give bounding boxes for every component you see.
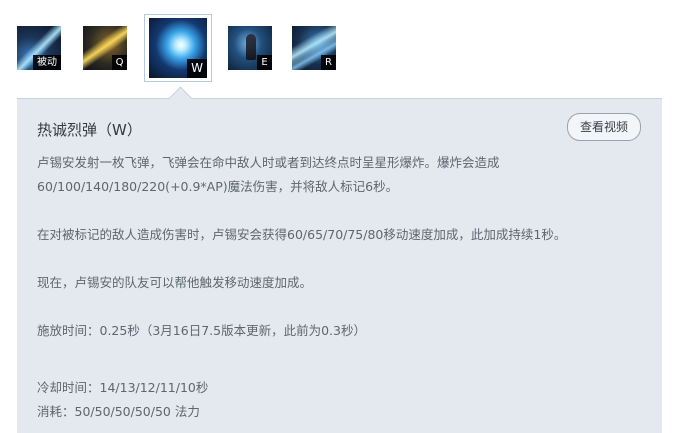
skill-tab-passive[interactable]: 被动 <box>17 26 61 70</box>
skill-tab-w[interactable]: W <box>149 18 207 78</box>
description-line: 在对被标记的敌人造成伤害时，卢锡安会获得60/65/70/75/80移动速度加成… <box>37 227 567 242</box>
cast-time: 施放时间：0.25秒（3月16日7.5版本更新，此前为0.3秒） <box>37 323 366 338</box>
skill-tab-w-selected-frame: W <box>144 14 212 82</box>
description-line: 现在，卢锡安的队友可以帮他触发移动速度加成。 <box>37 275 313 290</box>
view-video-button[interactable]: 查看视频 <box>566 113 641 141</box>
skill-viewer: 被动 Q W E R 热诚烈弹（W） 查看视频 卢锡安发射一枚飞弹，飞弹会在命中… <box>0 0 680 433</box>
skill-key-label: R <box>321 55 336 70</box>
skill-tabs: 被动 Q W E R <box>0 0 680 100</box>
skill-title: 热诚烈弹（W） <box>37 121 142 139</box>
description-line: 60/100/140/180/220(+0.9*AP)魔法伤害，并将敌人标记6秒… <box>37 179 399 194</box>
description-line: 卢锡安发射一枚飞弹，飞弹会在命中敌人时或者到达终点时呈星形爆炸。爆炸会造成 <box>37 155 500 170</box>
cost: 消耗：50/50/50/50/50 法力 <box>37 404 200 419</box>
skill-key-label: W <box>187 59 207 78</box>
cooldown: 冷却时间：14/13/12/11/10秒 <box>37 380 209 395</box>
skill-key-label: E <box>257 55 272 70</box>
skill-key-label: 被动 <box>33 55 61 70</box>
skill-tab-r[interactable]: R <box>292 26 336 70</box>
skill-tab-e[interactable]: E <box>228 26 272 70</box>
skill-key-label: Q <box>112 55 127 70</box>
skill-description: 卢锡安发射一枚飞弹，飞弹会在命中敌人时或者到达终点时呈星形爆炸。爆炸会造成 60… <box>37 151 637 424</box>
champion-figure <box>246 34 256 60</box>
skill-tab-q[interactable]: Q <box>83 26 127 70</box>
skill-detail-panel: 热诚烈弹（W） 查看视频 卢锡安发射一枚飞弹，飞弹会在命中敌人时或者到达终点时呈… <box>17 98 662 433</box>
